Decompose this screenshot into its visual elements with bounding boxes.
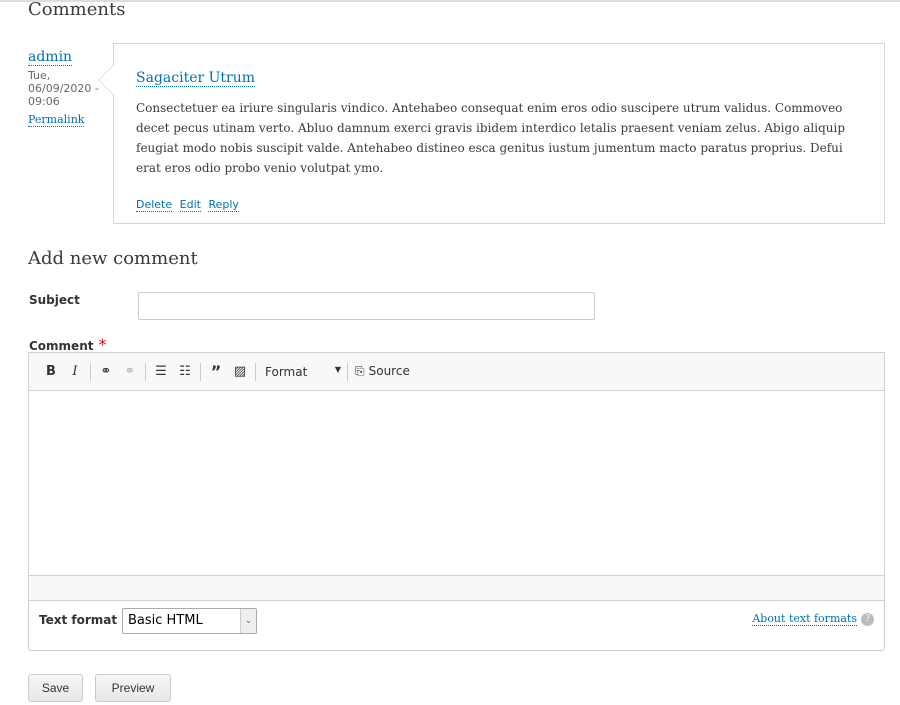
image-icon[interactable]: ▨	[228, 360, 252, 384]
editor-bottom-bar	[29, 575, 884, 600]
numbered-list-icon[interactable]: ☷	[173, 360, 197, 384]
subject-input[interactable]	[138, 292, 595, 320]
comment-date: Tue, 06/09/2020 - 09:06	[28, 69, 99, 108]
editor-toolbar: B I ⚭ ⚭ ☰ ☷ ” ▨ Format ▼ ⎘ Source	[29, 353, 884, 391]
format-dropdown[interactable]: Format ▼	[259, 365, 341, 379]
caret-down-icon: ▼	[334, 364, 341, 374]
comment-label: Comment	[29, 339, 94, 353]
blockquote-icon[interactable]: ”	[204, 360, 228, 384]
separator	[200, 362, 201, 381]
text-format-label: Text format	[39, 613, 118, 627]
separator	[90, 362, 91, 381]
text-format-wrapper: Text format Basic HTML ⌄ About text forma…	[28, 600, 885, 651]
source-button[interactable]: ⎘ Source	[351, 364, 410, 379]
text-format-select[interactable]: Basic HTML ⌄	[122, 608, 257, 634]
separator	[347, 362, 348, 381]
bulleted-list-icon[interactable]: ☰	[149, 360, 173, 384]
unlink-icon[interactable]: ⚭	[118, 360, 142, 384]
chevron-down-icon: ⌄	[240, 609, 256, 633]
author-link[interactable]: admin	[28, 49, 73, 66]
separator	[255, 362, 256, 381]
format-label: Format	[265, 364, 308, 379]
comment-body: Consectetuer ea iriure singularis vindic…	[136, 101, 845, 175]
help-icon[interactable]: ?	[861, 612, 874, 626]
preview-button[interactable]: Preview	[95, 674, 171, 702]
comments-heading: Comments	[28, 0, 126, 20]
separator	[145, 362, 146, 381]
comment-author-column: admin Tue, 06/09/2020 - 09:06 Permalink	[28, 46, 108, 127]
editor-content[interactable]	[29, 391, 884, 575]
subject-label: Subject	[29, 293, 80, 307]
save-button[interactable]: Save	[28, 674, 83, 702]
comment-links: Delete Edit Reply	[136, 198, 243, 212]
comment-title-link[interactable]: Sagaciter Utrum	[136, 70, 256, 87]
source-icon: ⎘	[355, 364, 365, 378]
italic-button[interactable]: I	[63, 360, 87, 384]
link-icon[interactable]: ⚭	[94, 360, 118, 384]
source-label: Source	[368, 364, 410, 378]
comment-editor: B I ⚭ ⚭ ☰ ☷ ” ▨ Format ▼ ⎘ Source	[28, 352, 885, 601]
delete-link[interactable]: Delete	[136, 198, 173, 212]
edit-link[interactable]: Edit	[179, 198, 201, 212]
bold-button[interactable]: B	[39, 360, 63, 384]
text-format-value: Basic HTML	[128, 613, 203, 628]
reply-link[interactable]: Reply	[208, 198, 239, 212]
comment-box: Sagaciter Utrum Consectetuer ea iriure s…	[113, 43, 885, 224]
add-comment-heading: Add new comment	[28, 248, 198, 269]
about-text-formats-link[interactable]: About text formats	[752, 612, 857, 626]
permalink[interactable]: Permalink	[28, 113, 85, 127]
